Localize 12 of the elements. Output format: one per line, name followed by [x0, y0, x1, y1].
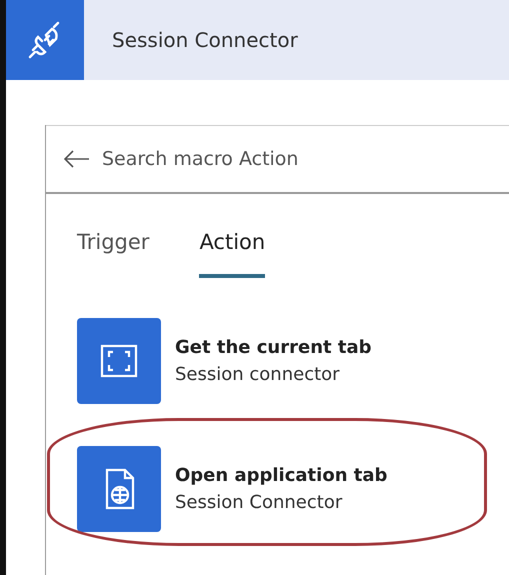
panel-title: Session Connector: [112, 28, 298, 52]
search-field[interactable]: Search macro Action: [100, 147, 404, 171]
plug-icon: [6, 0, 84, 80]
back-arrow-icon[interactable]: [64, 150, 90, 168]
action-title: Get the current tab: [175, 337, 372, 358]
globe-document-icon: [77, 446, 161, 532]
tab[interactable]: Action: [199, 230, 266, 278]
tab[interactable]: Trigger: [77, 230, 150, 278]
action-subtitle: Session connector: [175, 364, 341, 385]
focus-frame-icon: [77, 318, 161, 404]
action-title: Open application tab: [175, 465, 388, 486]
action-subtitle: Session Connector: [175, 492, 344, 513]
